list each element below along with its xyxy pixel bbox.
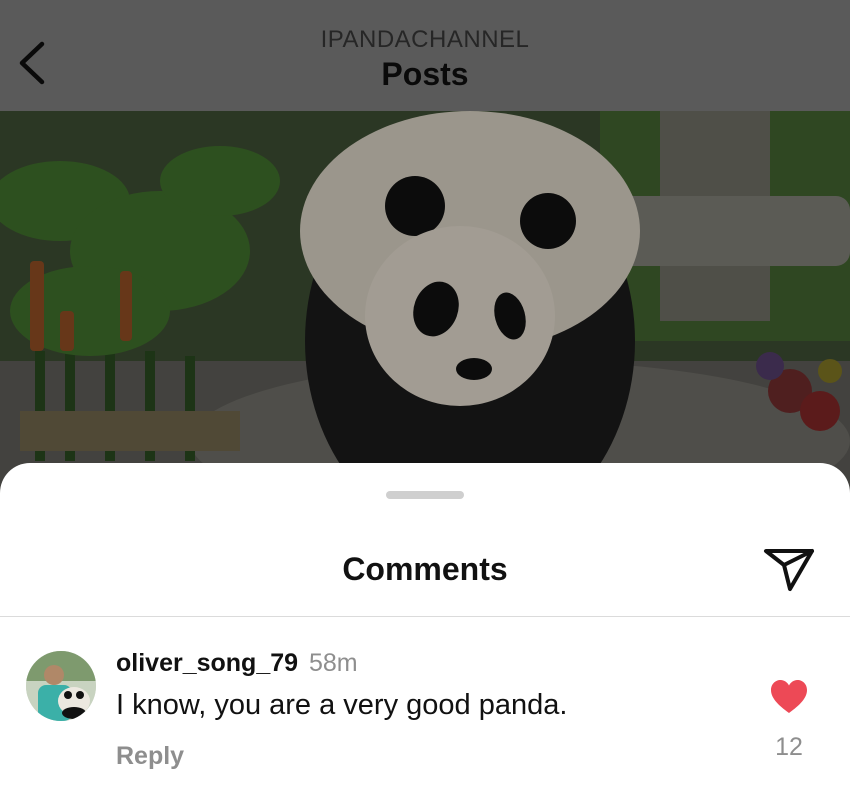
page-title: Posts bbox=[381, 56, 469, 92]
reply-button[interactable]: Reply bbox=[116, 742, 184, 771]
avatar[interactable] bbox=[26, 651, 96, 721]
send-paper-plane-icon bbox=[764, 549, 814, 591]
comment-header: oliver_song_79 58m bbox=[116, 649, 358, 678]
comment-text: I know, you are a very good panda. bbox=[116, 689, 568, 721]
comment-username[interactable]: oliver_song_79 bbox=[116, 649, 298, 677]
divider bbox=[0, 616, 850, 617]
comment-timestamp: 58m bbox=[308, 649, 358, 677]
top-bar: IPANDACHANNEL Posts bbox=[0, 0, 850, 111]
like-count: 12 bbox=[775, 733, 803, 761]
sheet-grabber[interactable] bbox=[386, 491, 464, 499]
post-image bbox=[0, 111, 850, 511]
heart-icon bbox=[771, 680, 807, 713]
comments-title: Comments bbox=[342, 551, 508, 587]
like-button[interactable] bbox=[770, 679, 808, 715]
share-button[interactable] bbox=[760, 543, 818, 595]
channel-name[interactable]: IPANDACHANNEL bbox=[0, 26, 850, 54]
user-avatar-image bbox=[26, 651, 96, 721]
comments-sheet: Comments oliver_song_79 58m I know, you … bbox=[0, 463, 850, 788]
